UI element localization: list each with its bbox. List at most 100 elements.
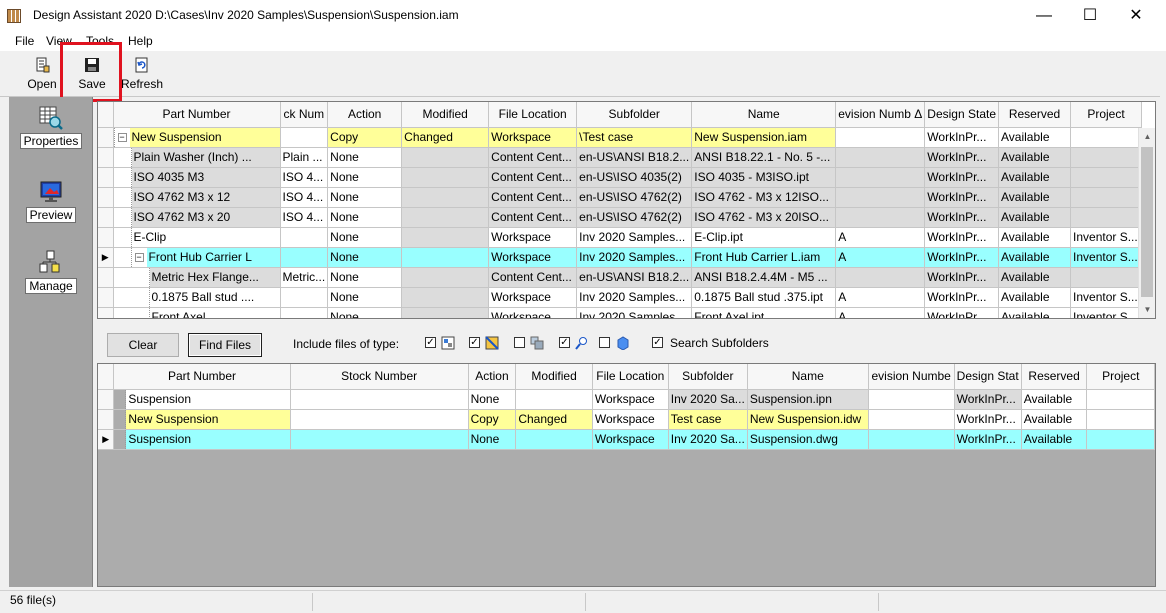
cell-project[interactable]: Inventor S... — [1070, 247, 1143, 268]
scroll-down-arrow[interactable]: ▼ — [1139, 301, 1155, 318]
header-subfolder[interactable]: Subfolder — [668, 364, 748, 390]
cell-design-state[interactable]: WorkInPr... — [924, 287, 1000, 308]
cell-file-location[interactable]: Content Cent... — [488, 187, 578, 208]
cell-revision-number[interactable] — [868, 389, 955, 410]
cell-project[interactable] — [1070, 207, 1143, 228]
tree-row[interactable]: 0.1875 Ball stud .... None Workspace Inv 20… — [98, 287, 1143, 308]
row-selector[interactable] — [98, 227, 114, 248]
cell-part-number[interactable]: ISO 4762 M3 x 20 — [113, 207, 281, 228]
header-name[interactable]: Name — [747, 364, 869, 390]
cell-revision-number[interactable] — [835, 267, 926, 288]
header-design-state[interactable]: Design Stat — [954, 364, 1022, 390]
cell-reserved[interactable]: Available — [1021, 429, 1088, 450]
cell-file-location[interactable]: Workspace — [488, 247, 578, 268]
tree-row[interactable]: Metric Hex Flange... Metric... None Content… — [98, 267, 1143, 288]
cell-modified[interactable] — [401, 187, 490, 208]
cell-part-number[interactable]: − New Suspension — [113, 127, 281, 148]
minimize-button[interactable]: — — [1021, 0, 1067, 31]
include-type-checkbox-4[interactable]: ✓ — [559, 337, 570, 348]
tree-expander-icon[interactable]: − — [134, 252, 144, 262]
menu-help[interactable]: Help — [128, 34, 153, 48]
cell-file-location[interactable]: Workspace — [592, 429, 669, 450]
cell-file-location[interactable]: Content Cent... — [488, 147, 578, 168]
cell-project[interactable]: Inventor S... — [1070, 287, 1143, 308]
cell-stock-number[interactable]: ISO 4... — [280, 167, 329, 188]
include-type-checkbox-2[interactable]: ✓ — [469, 337, 480, 348]
cell-design-state[interactable]: WorkInPr... — [924, 187, 1000, 208]
cell-part-number[interactable]: ISO 4035 M3 — [113, 167, 281, 188]
row-selector[interactable] — [98, 127, 114, 148]
cell-project[interactable]: Inventor S... — [1070, 227, 1143, 248]
cell-modified[interactable] — [515, 429, 593, 450]
cell-revision-number[interactable]: A — [835, 307, 926, 318]
cell-action[interactable]: None — [327, 267, 403, 288]
cell-modified[interactable] — [401, 267, 490, 288]
header-stock-number[interactable]: ck Num — [280, 102, 329, 128]
cell-revision-number[interactable] — [868, 429, 955, 450]
cell-file-location[interactable]: Workspace — [488, 127, 578, 148]
cell-project[interactable]: Inventor S... — [1070, 307, 1143, 318]
cell-subfolder[interactable]: Test case — [668, 409, 748, 430]
header-modified[interactable]: Modified — [515, 364, 593, 390]
manage-tool[interactable]: Manage — [9, 250, 93, 294]
cell-name[interactable]: ISO 4762 - M3 x 20ISO... — [691, 207, 837, 228]
cell-action[interactable]: None — [327, 147, 403, 168]
cell-reserved[interactable]: Available — [1021, 409, 1088, 430]
tree-row[interactable]: ISO 4762 M3 x 20 ISO 4... None Content Cent… — [98, 207, 1143, 228]
cell-project[interactable] — [1070, 267, 1143, 288]
cell-subfolder[interactable]: en-US\ISO 4035(2) — [576, 167, 693, 188]
cell-subfolder[interactable]: Inv 2020 Samples... — [576, 247, 693, 268]
header-revision-number[interactable]: evision Numbe — [868, 364, 955, 390]
row-selector[interactable] — [98, 187, 114, 208]
row-selector[interactable]: ▶ — [98, 247, 114, 268]
cell-name[interactable]: Suspension.ipn — [747, 389, 869, 410]
cell-reserved[interactable]: Available — [998, 247, 1072, 268]
row-selector[interactable] — [98, 147, 114, 168]
cell-part-number[interactable]: New Suspension — [113, 409, 291, 430]
cell-design-state[interactable]: WorkInPr... — [924, 147, 1000, 168]
cell-subfolder[interactable]: \Test case — [576, 127, 693, 148]
cell-modified[interactable] — [401, 227, 490, 248]
header-part-number[interactable]: Part Number — [113, 364, 291, 390]
cell-reserved[interactable]: Available — [998, 167, 1072, 188]
cell-project[interactable] — [1086, 389, 1155, 410]
cell-revision-number[interactable] — [868, 409, 955, 430]
cell-subfolder[interactable]: en-US\ISO 4762(2) — [576, 207, 693, 228]
cell-file-location[interactable]: Workspace — [488, 227, 578, 248]
cell-stock-number[interactable] — [290, 389, 469, 410]
header-project[interactable]: Project — [1086, 364, 1155, 390]
scroll-up-arrow[interactable]: ▲ — [1139, 128, 1155, 145]
cell-name[interactable]: Front Axel.ipt — [691, 307, 837, 318]
row-selector[interactable] — [98, 307, 114, 318]
cell-part-number[interactable]: Plain Washer (Inch) ... — [113, 147, 281, 168]
cell-subfolder[interactable]: Inv 2020 Sa... — [668, 389, 748, 410]
find-files-button[interactable]: Find Files — [188, 333, 262, 357]
header-stock-number[interactable]: Stock Number — [290, 364, 469, 390]
cell-subfolder[interactable]: en-US\ANSI B18.2... — [576, 267, 693, 288]
cell-name[interactable]: ISO 4035 - M3ISO.ipt — [691, 167, 837, 188]
cell-file-location[interactable]: Workspace — [488, 307, 578, 318]
cell-name[interactable]: ISO 4762 - M3 x 12ISO... — [691, 187, 837, 208]
row-selector[interactable] — [98, 287, 114, 308]
cell-name[interactable]: ANSI B18.22.1 - No. 5 -... — [691, 147, 837, 168]
cell-action[interactable]: None — [468, 429, 517, 450]
row-selector[interactable] — [98, 267, 114, 288]
cell-stock-number[interactable] — [280, 247, 329, 268]
cell-name[interactable]: Front Hub Carrier L.iam — [691, 247, 837, 268]
cell-part-number[interactable]: 0.1875 Ball stud .... — [113, 287, 281, 308]
header-modified[interactable]: Modified — [401, 102, 490, 128]
cell-name[interactable]: E-Clip.ipt — [691, 227, 837, 248]
cell-reserved[interactable]: Available — [998, 147, 1072, 168]
cell-revision-number[interactable] — [835, 207, 926, 228]
cell-revision-number[interactable]: A — [835, 247, 926, 268]
cell-reserved[interactable]: Available — [998, 307, 1072, 318]
cell-project[interactable] — [1086, 409, 1155, 430]
cell-modified[interactable]: Changed — [401, 127, 490, 148]
tree-row[interactable]: Plain Washer (Inch) ... Plain ... None Cont… — [98, 147, 1143, 168]
cell-revision-number[interactable]: A — [835, 227, 926, 248]
properties-tool[interactable]: Properties — [9, 105, 93, 149]
cell-design-state[interactable]: WorkInPr... — [924, 267, 1000, 288]
cell-part-number[interactable]: Suspension — [113, 389, 291, 410]
row-selector[interactable]: ▶ — [98, 429, 115, 450]
cell-subfolder[interactable]: Inv 2020 Sa... — [668, 429, 748, 450]
